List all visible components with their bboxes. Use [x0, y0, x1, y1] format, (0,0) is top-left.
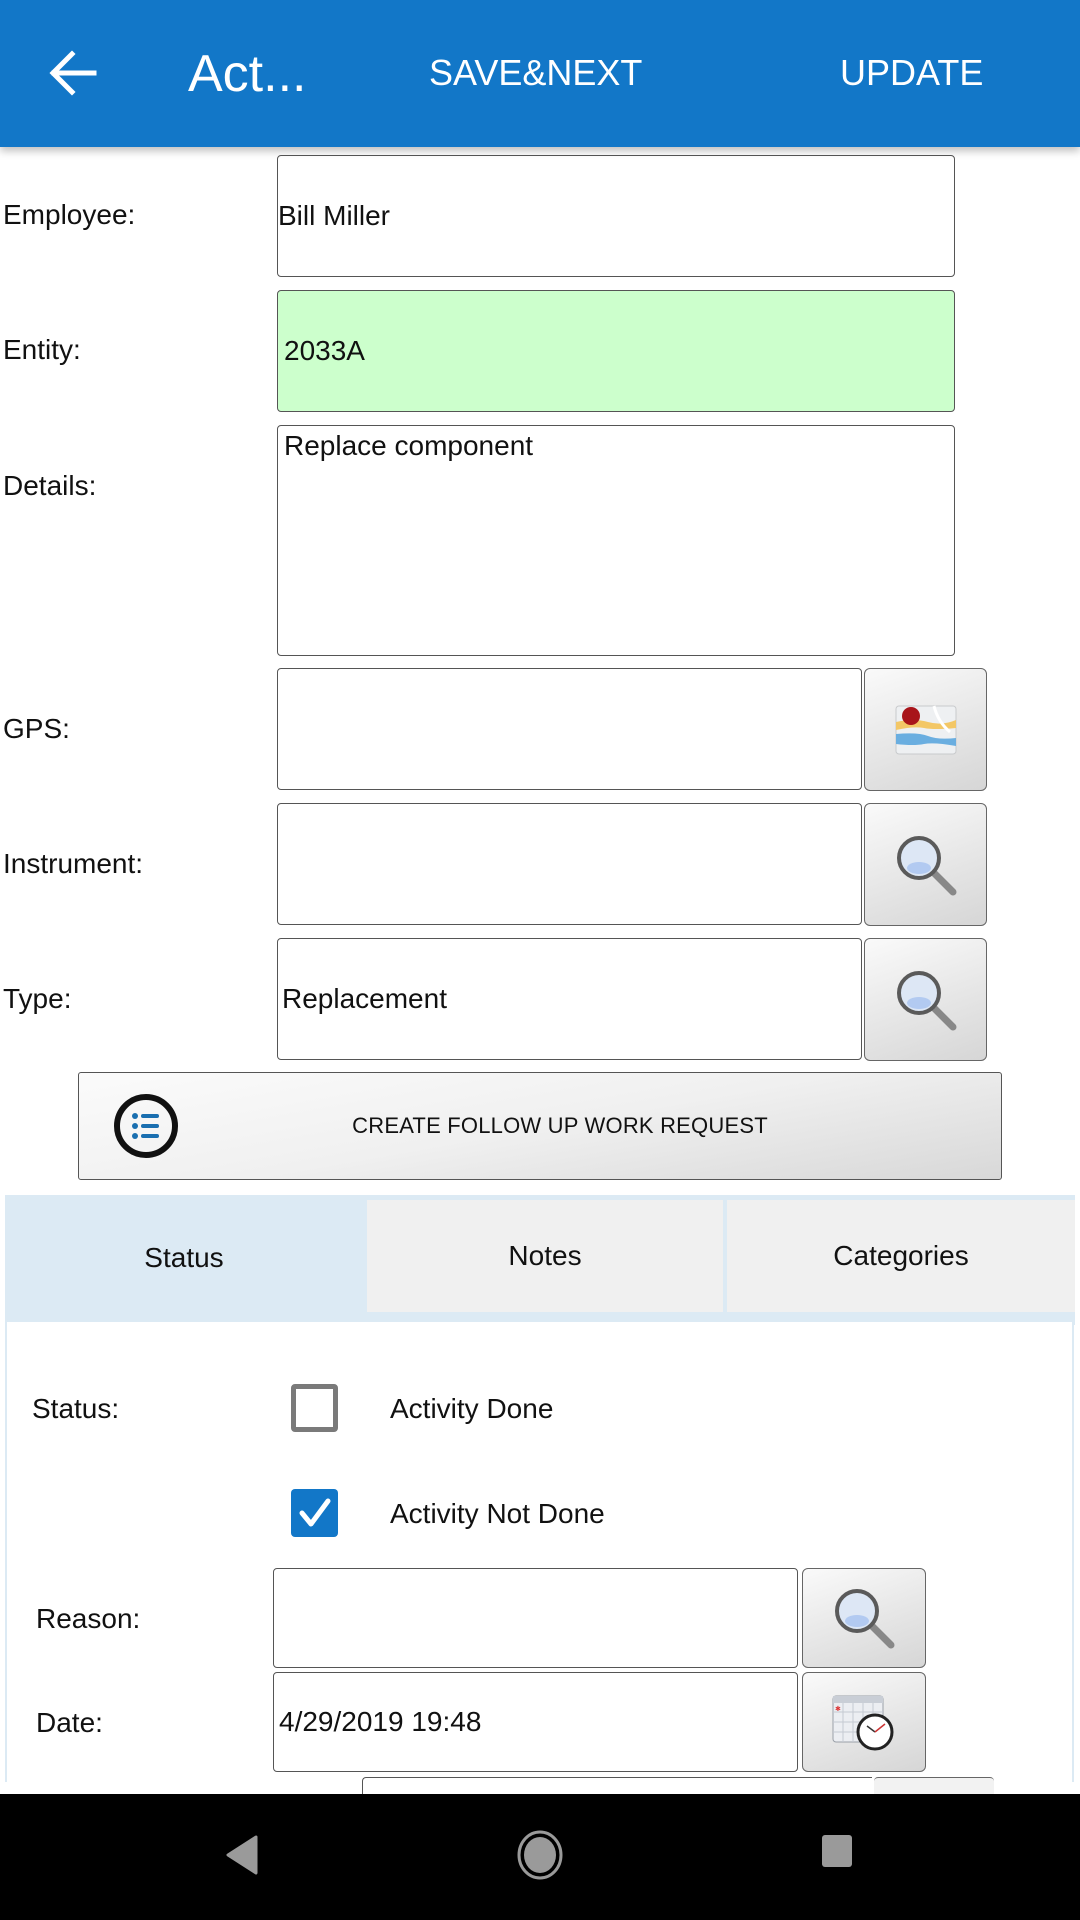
- employee-field[interactable]: Bill Miller: [277, 155, 955, 277]
- tab-categories-label: Categories: [833, 1240, 969, 1271]
- follow-up-label: CREATE FOLLOW UP WORK REQUEST: [352, 1113, 768, 1138]
- details-label: Details:: [3, 470, 97, 501]
- employee-value: Bill Miller: [278, 200, 390, 231]
- arrow-left-icon: [49, 50, 97, 96]
- instrument-search-button[interactable]: [864, 803, 987, 926]
- employee-label: Employee:: [3, 199, 136, 230]
- back-button[interactable]: [46, 46, 100, 100]
- create-follow-up-work-request-button[interactable]: CREATE FOLLOW UP WORK REQUEST: [78, 1072, 1002, 1180]
- magnifier-icon: [896, 970, 956, 1030]
- activity-not-done-label[interactable]: Activity Not Done: [390, 1498, 605, 1530]
- type-search-button[interactable]: [864, 938, 987, 1061]
- checkmark-icon: [299, 1498, 330, 1527]
- details-value: Replace component: [284, 430, 534, 461]
- tab-notes[interactable]: Notes: [367, 1200, 723, 1312]
- date-field[interactable]: 4/29/2019 19:48: [273, 1672, 798, 1772]
- activity-done-checkbox[interactable]: [291, 1384, 338, 1432]
- magnifier-icon: [835, 1589, 895, 1649]
- details-textarea[interactable]: Replace component: [277, 425, 955, 656]
- entity-value: 2033A: [284, 335, 365, 366]
- app-bar: Act... SAVE&NEXT UPDATE: [0, 0, 1080, 147]
- calendar-clock-icon: ✱: [832, 1695, 894, 1751]
- date-value: 4/29/2019 19:48: [279, 1706, 482, 1737]
- svg-text:✱: ✱: [835, 1705, 841, 1713]
- tab-bar: Status Notes Categories: [5, 1195, 1075, 1325]
- tab-notes-label: Notes: [508, 1240, 582, 1271]
- type-value: Replacement: [282, 983, 447, 1014]
- page-title: Act...: [188, 45, 307, 103]
- nav-recents-icon[interactable]: [820, 1833, 854, 1869]
- gps-field[interactable]: [277, 668, 862, 790]
- save-next-button[interactable]: SAVE&NEXT: [429, 52, 642, 94]
- reason-field[interactable]: [273, 1568, 798, 1668]
- tab-categories[interactable]: Categories: [727, 1200, 1075, 1312]
- nav-home-icon[interactable]: [516, 1829, 564, 1881]
- instrument-field[interactable]: [277, 803, 862, 925]
- tab-status[interactable]: Status: [5, 1195, 363, 1321]
- type-label: Type:: [3, 983, 72, 1014]
- reason-search-button[interactable]: [802, 1568, 926, 1668]
- nav-back-icon[interactable]: [224, 1834, 260, 1876]
- status-label: Status:: [32, 1393, 120, 1424]
- map-icon: [895, 705, 956, 754]
- gps-label: GPS:: [3, 713, 70, 744]
- date-picker-button[interactable]: ✱: [802, 1672, 926, 1772]
- entity-label: Entity:: [3, 334, 81, 365]
- reason-label: Reason:: [36, 1603, 141, 1634]
- gps-map-button[interactable]: [864, 668, 987, 791]
- activity-not-done-checkbox[interactable]: [291, 1489, 338, 1537]
- activity-done-label[interactable]: Activity Done: [390, 1393, 553, 1425]
- date-label: Date:: [36, 1707, 103, 1738]
- type-field[interactable]: Replacement: [277, 938, 862, 1060]
- system-nav-bar: [0, 1794, 1080, 1920]
- magnifier-icon: [896, 835, 956, 895]
- update-button[interactable]: UPDATE: [840, 52, 983, 94]
- instrument-label: Instrument:: [3, 848, 144, 879]
- entity-field[interactable]: 2033A: [277, 290, 955, 412]
- tab-status-label: Status: [144, 1242, 224, 1273]
